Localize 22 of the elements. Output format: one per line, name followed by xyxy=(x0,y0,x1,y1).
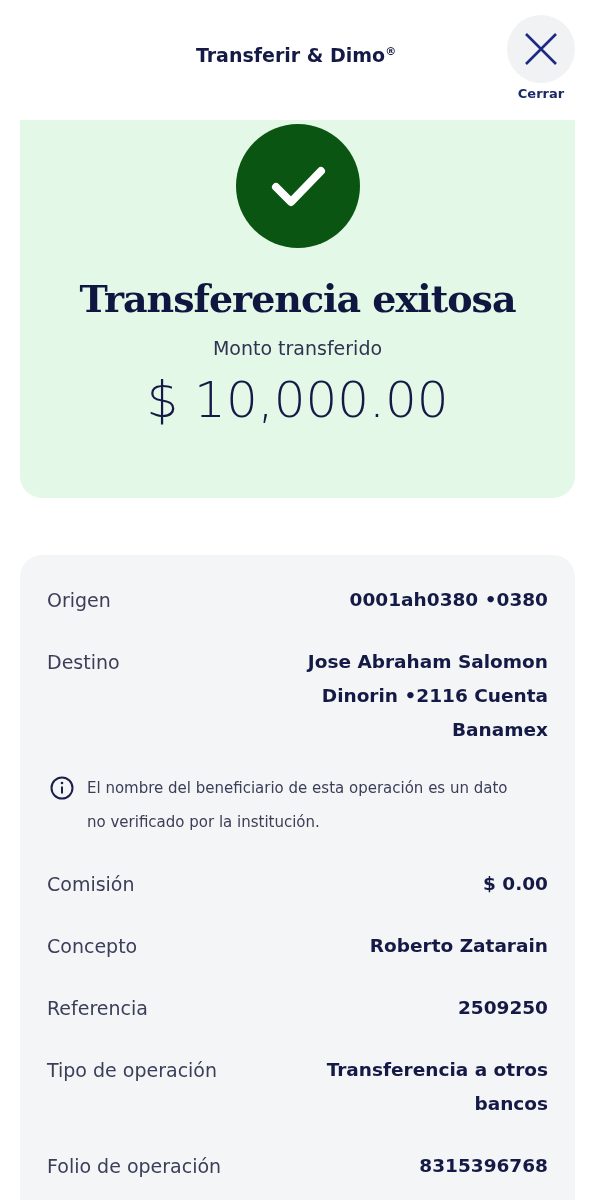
field-label: Origen xyxy=(47,588,111,613)
close-icon xyxy=(524,32,558,66)
info-icon xyxy=(50,776,74,800)
field-label: Concepto xyxy=(47,934,138,959)
success-title: Transferencia exitosa xyxy=(79,276,516,321)
amount-label: Monto transferido xyxy=(212,337,383,359)
notice-text: El nombre del beneficiario de esta operación es un dato no verificado por la institución. xyxy=(87,778,509,833)
field-label: Referencia xyxy=(47,996,148,1021)
field-label: Destino xyxy=(47,650,120,675)
amount-value: $ 10,000.00 xyxy=(146,371,449,429)
field-value: 0001ah0380 •0380 xyxy=(349,588,548,612)
check-icon xyxy=(235,124,360,248)
field-value: Jose Abraham Salomon Dinorin •2116 Cuenta Banamex xyxy=(305,650,548,742)
field-label: Comisión xyxy=(47,872,135,897)
field-label: Tipo de operación xyxy=(47,1058,218,1083)
field-value: $ 0.00 xyxy=(483,872,548,896)
field-value: 8315396768 xyxy=(419,1154,548,1178)
field-value: Transferencia a otros bancos xyxy=(325,1058,548,1116)
field-value: Roberto Zatarain xyxy=(369,934,548,958)
screen-title: Transferir & Dimo$^{®}$ xyxy=(195,44,397,66)
field-value: 2509250 xyxy=(457,996,548,1020)
field-label: Folio de operación xyxy=(47,1154,222,1179)
